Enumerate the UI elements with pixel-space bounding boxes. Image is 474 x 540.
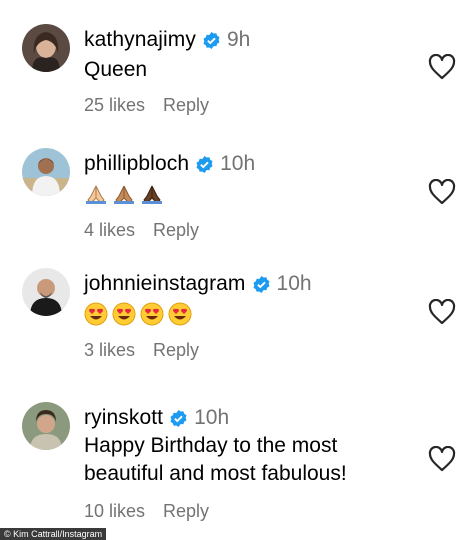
username[interactable]: phillipbloch bbox=[84, 152, 189, 176]
heart-eyes-icon bbox=[112, 302, 136, 326]
comment-text-line: Happy Birthday to the most bbox=[84, 434, 338, 457]
comment-text-line: beautiful and most fabulous! bbox=[84, 462, 347, 485]
verified-badge-icon bbox=[169, 409, 188, 428]
folded-hands-icon bbox=[84, 182, 108, 206]
timestamp: 10h bbox=[220, 152, 256, 175]
heart-eyes-icon bbox=[84, 302, 108, 326]
like-heart-icon[interactable] bbox=[428, 53, 456, 80]
like-heart-icon[interactable] bbox=[428, 178, 456, 205]
comment-header: kathynajimy 9h bbox=[84, 28, 250, 52]
verified-badge-icon bbox=[195, 155, 214, 174]
comment-meta: 3 likes Reply bbox=[84, 340, 199, 361]
verified-badge-icon bbox=[202, 31, 221, 50]
folded-hands-icon bbox=[140, 182, 164, 206]
likes-count[interactable]: 3 likes bbox=[84, 340, 135, 360]
reply-button[interactable]: Reply bbox=[163, 95, 209, 115]
avatar[interactable] bbox=[22, 148, 70, 196]
timestamp: 9h bbox=[226, 28, 251, 51]
timestamp: 10h bbox=[194, 406, 230, 429]
username[interactable]: johnnieinstagram bbox=[84, 272, 246, 296]
comment-meta: 4 likes Reply bbox=[84, 220, 199, 241]
username[interactable]: ryinskott bbox=[84, 406, 163, 430]
likes-count[interactable]: 25 likes bbox=[84, 95, 145, 115]
avatar[interactable] bbox=[22, 402, 70, 450]
likes-count[interactable]: 4 likes bbox=[84, 220, 135, 240]
avatar[interactable] bbox=[22, 24, 70, 72]
comment-text: Queen bbox=[84, 58, 148, 81]
avatar[interactable] bbox=[22, 268, 70, 316]
comment-text: Happy Birthday to the most beautiful and… bbox=[84, 432, 347, 488]
timestamp: 10h bbox=[276, 272, 312, 295]
comment-meta: 10 likes Reply bbox=[84, 501, 209, 522]
comment-emojis bbox=[84, 182, 164, 206]
photo-credit: © Kim Cattrall/Instagram bbox=[0, 528, 107, 540]
username[interactable]: kathynajimy bbox=[84, 28, 196, 52]
reply-button[interactable]: Reply bbox=[153, 220, 199, 240]
comment-header: ryinskott 10h bbox=[84, 406, 229, 430]
comment-meta: 25 likes Reply bbox=[84, 95, 209, 116]
reply-button[interactable]: Reply bbox=[153, 340, 199, 360]
verified-badge-icon bbox=[252, 275, 271, 294]
heart-eyes-icon bbox=[168, 302, 192, 326]
comment-emojis bbox=[84, 302, 192, 326]
reply-button[interactable]: Reply bbox=[163, 501, 209, 521]
likes-count[interactable]: 10 likes bbox=[84, 501, 145, 521]
comment-header: phillipbloch 10h bbox=[84, 152, 255, 176]
folded-hands-icon bbox=[112, 182, 136, 206]
like-heart-icon[interactable] bbox=[428, 445, 456, 472]
heart-eyes-icon bbox=[140, 302, 164, 326]
comment-header: johnnieinstagram 10h bbox=[84, 272, 312, 296]
like-heart-icon[interactable] bbox=[428, 298, 456, 325]
